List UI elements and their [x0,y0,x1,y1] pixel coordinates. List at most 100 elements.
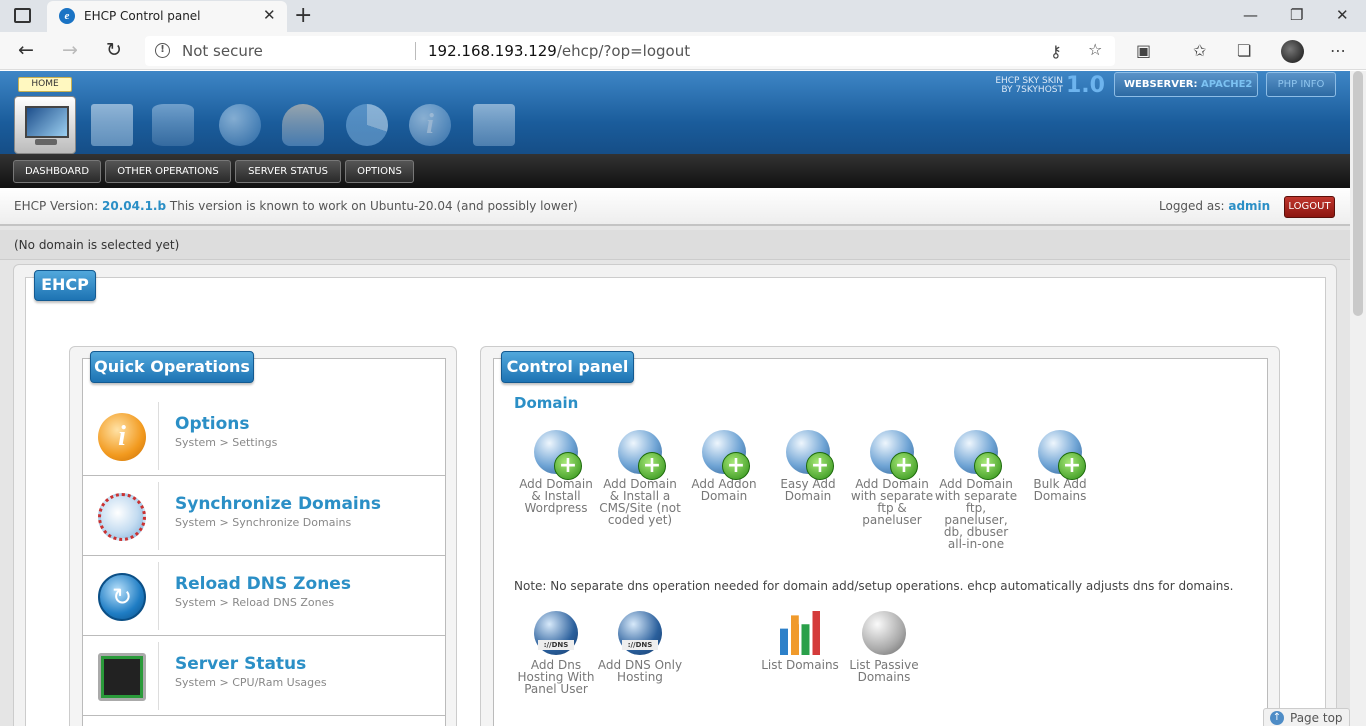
favorites-icon[interactable]: ✩ [1193,41,1206,60]
quick-op-subtitle: System > Reload DNS Zones [175,596,335,609]
quick-op-reload-dns[interactable]: ↻ Reload DNS Zones System > Reload DNS Z… [83,556,445,636]
reload-icon: ↻ [98,573,146,621]
sync-icon [98,493,146,541]
quick-op-synchronize-domains[interactable]: Synchronize Domains System > Synchronize… [83,476,445,556]
logout-button[interactable]: LOGOUT [1284,196,1335,218]
page-top-button[interactable]: Page top [1263,708,1350,726]
other-operations-button[interactable]: OTHER OPERATIONS [105,160,231,183]
add-dns-hosting-panel-user[interactable]: Add Dns Hosting With Panel User [513,611,599,695]
key-icon[interactable]: ⚷ [1050,42,1062,61]
add-domain-wordpress[interactable]: Add Domain & Install Wordpress [513,430,599,514]
php-info-button[interactable]: PHP INFO [1266,72,1336,97]
back-icon[interactable]: ← [18,39,34,61]
quick-op-title[interactable]: Options [175,414,249,434]
monitor-chart-icon [98,653,146,701]
server-status-button[interactable]: SERVER STATUS [235,160,341,183]
quick-op-title[interactable]: Reload DNS Zones [175,574,351,594]
header-banner: HOME i EHCP SKY SKIN BY 7SKYHOST 1.0 WEBS… [0,71,1350,158]
tab-actions-icon[interactable] [14,8,31,23]
logged-user[interactable]: admin [1228,199,1270,213]
globe-add-icon [618,430,666,480]
not-secure-icon[interactable]: ! [155,43,170,58]
home-badge: HOME [18,77,72,92]
reading-mode-icon[interactable]: ▣ [1136,41,1151,60]
version-info: EHCP Version: 20.04.1.b This version is … [14,199,578,213]
control-label: Bulk Add Domains [1033,477,1087,503]
new-tab-button[interactable]: + [294,3,312,28]
globe-add-icon [1038,430,1086,480]
easy-add-domain[interactable]: Easy Add Domain [765,430,851,502]
control-label: List Passive Domains [849,658,919,684]
save-disk-icon[interactable] [473,104,515,146]
more-icon[interactable]: ⋯ [1330,41,1346,60]
tab-title: EHCP Control panel [84,9,201,23]
globe-add-icon [870,430,918,480]
row-divider [158,402,159,470]
profile-avatar[interactable] [1281,40,1304,63]
control-label: Easy Add Domain [780,477,836,503]
logged-as: Logged as: admin [1159,199,1270,213]
webserver-label: WEBSERVER: [1124,79,1198,90]
php-globe-icon[interactable] [219,104,261,146]
main-menu: DASHBOARD OTHER OPERATIONS SERVER STATUS… [0,154,1350,188]
skin-author: BY 7SKYHOST [1001,85,1063,95]
quick-op-title[interactable]: Server Status [175,654,306,674]
url-field[interactable]: ! Not secure 192.168.193.129/ehcp/?op=lo… [145,36,1115,66]
minimize-icon[interactable]: — [1243,6,1258,24]
options-info-icon: i [98,413,146,461]
version-bar: EHCP Version: 20.04.1.b This version is … [0,188,1350,226]
window-close-icon[interactable]: ✕ [1336,6,1349,24]
close-tab-icon[interactable]: ✕ [263,6,276,24]
globe-add-icon [954,430,1002,480]
info-icon[interactable]: i [409,104,451,146]
not-secure-label[interactable]: Not secure [182,42,263,60]
quick-op-subtitle: System > Settings [175,436,278,449]
vertical-scrollbar[interactable] [1350,71,1366,726]
control-label: Add Addon Domain [691,477,757,503]
control-label: Add Dns Hosting With Panel User [517,658,595,696]
logged-label: Logged as: [1159,199,1225,213]
pie-chart-icon[interactable] [346,104,388,146]
domain-status: (No domain is selected yet) [14,238,180,252]
bulk-add-domains[interactable]: Bulk Add Domains [1017,430,1103,502]
quick-op-server-status[interactable]: Server Status System > CPU/Ram Usages [83,636,445,716]
control-label: Add Domain with separate ftp & paneluser [850,477,934,527]
refresh-icon[interactable]: ↻ [106,39,122,61]
globe-add-icon [786,430,834,480]
dns-globe-icon [618,611,662,655]
options-button[interactable]: OPTIONS [345,160,414,183]
globe-add-icon [702,430,750,480]
user-icon[interactable] [282,104,324,146]
browser-tab[interactable]: e EHCP Control panel ✕ [47,1,287,32]
list-passive-domains[interactable]: List Passive Domains [841,611,927,683]
control-label: List Domains [761,658,839,672]
add-domain-cms[interactable]: Add Domain & Install a CMS/Site (not cod… [597,430,683,526]
control-label: Add Domain & Install a CMS/Site (not cod… [599,477,681,527]
dashboard-button[interactable]: DASHBOARD [13,160,101,183]
add-dns-only-hosting[interactable]: Add DNS Only Hosting [597,611,683,683]
control-label: Add DNS Only Hosting [597,658,683,684]
add-domain-separate-ftp[interactable]: Add Domain with separate ftp & paneluser [849,430,935,526]
quick-operations-panel: i Options System > Settings Synchronize … [69,346,457,726]
control-label: Add Domain & Install Wordpress [519,477,593,515]
url-text[interactable]: 192.168.193.129/ehcp/?op=logout [428,42,690,60]
version-note: This version is known to work on Ubuntu-… [169,199,578,213]
forward-icon[interactable]: → [62,39,78,61]
maximize-icon[interactable]: ❐ [1290,6,1303,24]
webpage: HOME i EHCP SKY SKIN BY 7SKYHOST 1.0 WEBS… [0,71,1350,726]
home-monitor-icon[interactable] [14,96,76,154]
add-domain-all-in-one[interactable]: Add Domain with separate ftp, paneluser,… [933,430,1019,550]
edge-icon: e [59,8,75,24]
collections-icon[interactable]: ❏ [1237,41,1251,60]
add-addon-domain[interactable]: Add Addon Domain [681,430,767,502]
quick-op-subtitle: System > Synchronize Domains [175,516,352,529]
control-panel: Domain Add Domain & Install Wordpress Ad… [480,346,1280,726]
document-icon[interactable] [91,104,133,146]
scrollbar-thumb[interactable] [1353,71,1363,316]
quick-op-title[interactable]: Synchronize Domains [175,494,381,514]
favorite-add-icon[interactable]: ☆ [1088,40,1102,59]
webserver-button[interactable]: WEBSERVER: APACHE2 [1114,72,1258,97]
mysql-database-icon[interactable] [152,104,194,146]
quick-op-options[interactable]: i Options System > Settings [83,396,445,476]
list-domains[interactable]: List Domains [757,611,843,671]
